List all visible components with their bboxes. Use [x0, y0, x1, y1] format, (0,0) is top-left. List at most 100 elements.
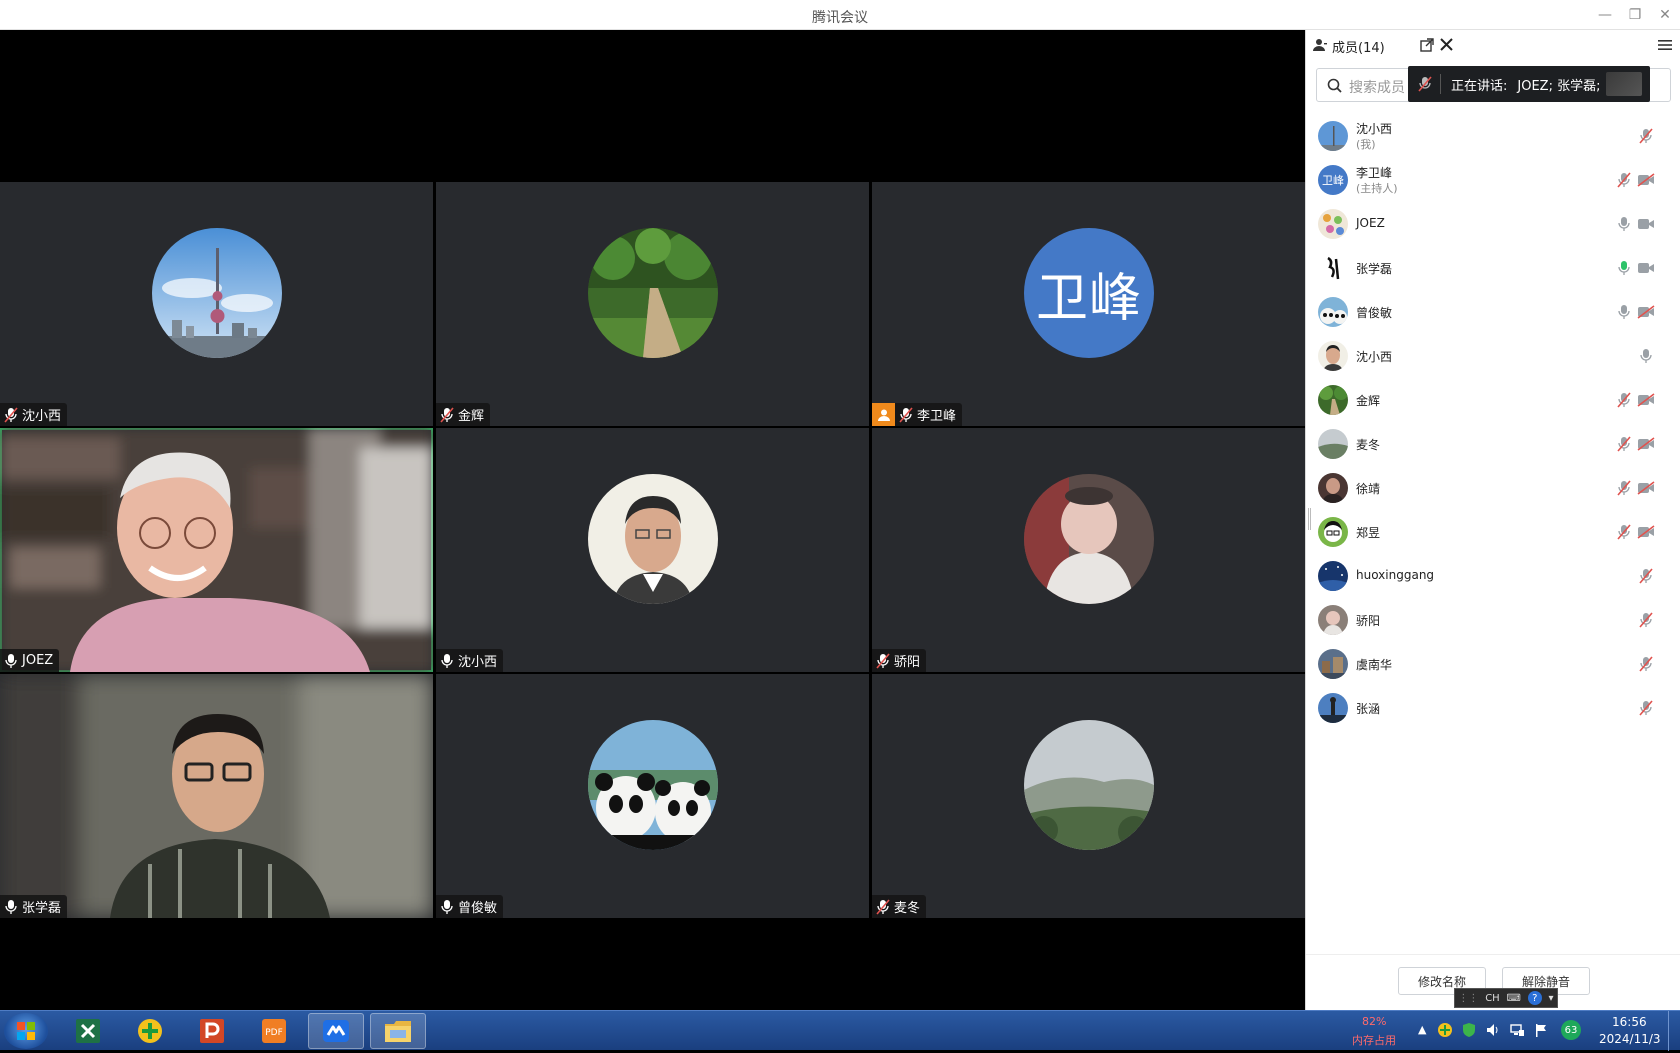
member-row[interactable]: 虞南华 — [1306, 642, 1680, 686]
member-row[interactable]: 徐靖 — [1306, 466, 1680, 510]
pdf-icon: PDF — [262, 1019, 286, 1043]
mic-muted-icon[interactable] — [1639, 700, 1653, 716]
clock-time[interactable]: 16:56 — [1612, 1015, 1647, 1029]
video-tile[interactable]: 沈小西 — [0, 182, 433, 426]
taskbar: PDF 82% 内存占用 ▲ 63 16:56 2024/11/3 — [0, 1010, 1680, 1051]
taskbar-pdf-reader[interactable]: PDF — [246, 1013, 302, 1049]
mic-muted-icon — [1418, 76, 1432, 92]
video-tile[interactable]: 沈小西 — [436, 428, 869, 672]
camera-off-icon[interactable] — [1637, 481, 1655, 495]
close-panel-icon[interactable] — [1440, 38, 1453, 51]
avatar — [152, 228, 282, 358]
tencent-meeting-icon — [323, 1020, 349, 1042]
member-role: (主持人) — [1356, 182, 1398, 195]
camera-icon[interactable] — [1637, 261, 1655, 275]
member-name: 金辉 — [1356, 394, 1381, 408]
member-name: 李卫峰 — [1356, 166, 1393, 180]
shield-icon[interactable] — [1461, 1022, 1477, 1038]
member-row[interactable]: 骄阳 — [1306, 598, 1680, 642]
help-icon[interactable]: ? — [1527, 991, 1542, 1005]
ime-toolbar[interactable]: ⋮⋮ CH ⌨ ? ▾ — [1454, 988, 1558, 1008]
member-name: JOEZ — [1356, 216, 1385, 230]
volume-icon[interactable] — [1485, 1022, 1501, 1038]
search-icon — [1327, 78, 1342, 93]
video-tile[interactable]: 张学磊 — [0, 674, 433, 918]
keyboard-icon[interactable]: ⌨ — [1507, 993, 1521, 1004]
avatar — [1318, 297, 1348, 327]
member-row[interactable]: 沈小西 — [1306, 334, 1680, 378]
clock-date[interactable]: 2024/11/3 — [1599, 1032, 1661, 1046]
mic-muted-icon[interactable] — [1617, 392, 1631, 408]
avatar — [1318, 605, 1348, 635]
member-row[interactable]: 张涵 — [1306, 686, 1680, 730]
taskbar-file-explorer[interactable] — [370, 1013, 426, 1049]
member-row[interactable]: JOEZ — [1306, 202, 1680, 246]
mic-muted-icon[interactable] — [1617, 172, 1631, 188]
action-center-flag-icon[interactable] — [1533, 1022, 1549, 1038]
mic-muted-icon[interactable] — [1617, 524, 1631, 540]
mic-icon[interactable] — [1617, 304, 1631, 320]
menu-icon[interactable] — [1658, 38, 1672, 52]
ime-language[interactable]: CH — [1485, 993, 1500, 1004]
camera-off-icon[interactable] — [1637, 173, 1655, 187]
mic-icon[interactable] — [1639, 348, 1653, 364]
network-icon[interactable] — [1509, 1022, 1525, 1038]
mic-muted-icon[interactable] — [1617, 436, 1631, 452]
mic-muted-icon[interactable] — [1639, 656, 1653, 672]
mic-muted-icon[interactable] — [1639, 612, 1653, 628]
tray-badge[interactable]: 63 — [1561, 1020, 1581, 1040]
ime-options-icon[interactable]: ▾ — [1549, 993, 1554, 1004]
mic-speaking-icon[interactable] — [1617, 260, 1631, 276]
video-tile[interactable]: 骄阳 — [872, 428, 1305, 672]
start-button[interactable] — [4, 1013, 48, 1049]
camera-icon[interactable] — [1637, 217, 1655, 231]
video-tile[interactable]: 金辉 — [436, 182, 869, 426]
video-tile[interactable]: 麦冬 — [872, 674, 1305, 918]
drag-grip-icon[interactable]: ⋮⋮ — [1458, 993, 1478, 1004]
taskbar-excel[interactable] — [60, 1013, 116, 1049]
mic-icon[interactable] — [1617, 216, 1631, 232]
member-row[interactable]: 张学磊 — [1306, 246, 1680, 290]
show-desktop-button[interactable] — [1668, 1011, 1680, 1051]
speaking-label: 正在讲话: — [1451, 78, 1508, 94]
participant-name: 沈小西 — [458, 655, 498, 670]
mic-muted-icon[interactable] — [1617, 480, 1631, 496]
mic-muted-icon[interactable] — [1639, 128, 1653, 144]
mic-muted-icon[interactable] — [1639, 568, 1653, 584]
member-name: huoxinggang — [1356, 568, 1435, 582]
video-tile-active[interactable]: JOEZ — [0, 428, 433, 672]
speaking-thumbnail — [1606, 72, 1642, 96]
taskbar-360-guard[interactable] — [122, 1013, 178, 1049]
tray-360-icon[interactable] — [1437, 1022, 1453, 1038]
memory-label: 内存占用 — [1352, 1034, 1396, 1047]
taskbar-tencent-meeting[interactable] — [308, 1013, 364, 1049]
search-placeholder: 搜索成员 — [1349, 80, 1405, 96]
restore-button[interactable]: ❐ — [1626, 6, 1644, 24]
member-row[interactable]: 沈小西 (我) — [1306, 114, 1680, 158]
participant-name: 张学磊 — [22, 901, 62, 916]
member-row[interactable]: 麦冬 — [1306, 422, 1680, 466]
participant-namebar: JOEZ — [0, 649, 60, 672]
camera-off-icon[interactable] — [1637, 393, 1655, 407]
speaking-indicator: 正在讲话: JOEZ; 张学磊; — [1408, 66, 1650, 102]
member-panel: 成员(14) 搜索成员 正在讲话: JOEZ; 张学磊; 沈小西 (我) 卫峰 … — [1305, 30, 1680, 1010]
member-row[interactable]: 曾俊敏 — [1306, 290, 1680, 334]
tray-expand-icon[interactable]: ▲ — [1418, 1023, 1426, 1036]
avatar — [1318, 693, 1348, 723]
member-row[interactable]: 卫峰 李卫峰 (主持人) — [1306, 158, 1680, 202]
camera-off-icon[interactable] — [1637, 525, 1655, 539]
video-tile[interactable]: 卫峰 李卫峰 — [872, 182, 1305, 426]
member-row[interactable]: 金辉 — [1306, 378, 1680, 422]
video-tile[interactable]: 曾俊敏 — [436, 674, 869, 918]
member-row[interactable]: 郑昱 — [1306, 510, 1680, 554]
taskbar-powerpoint[interactable] — [184, 1013, 240, 1049]
avatar — [588, 228, 718, 358]
popout-icon[interactable] — [1420, 38, 1434, 52]
participant-name: JOEZ — [22, 653, 54, 668]
speaking-names: JOEZ; 张学磊; — [1517, 78, 1601, 94]
member-row[interactable]: huoxinggang — [1306, 554, 1680, 598]
minimize-button[interactable]: — — [1596, 6, 1614, 24]
camera-off-icon[interactable] — [1637, 305, 1655, 319]
close-window-button[interactable]: ✕ — [1656, 6, 1674, 24]
camera-off-icon[interactable] — [1637, 437, 1655, 451]
